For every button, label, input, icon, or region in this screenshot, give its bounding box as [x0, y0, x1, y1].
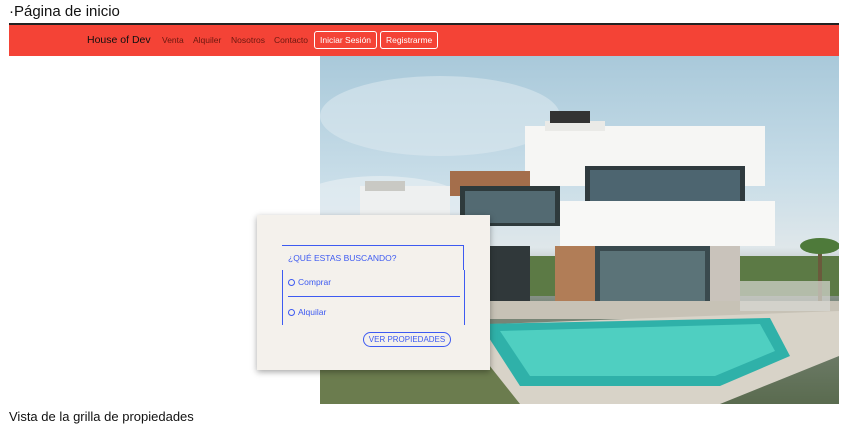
nav-link-venta[interactable]: Venta	[162, 35, 184, 45]
nav-link-nosotros[interactable]: Nosotros	[231, 35, 265, 45]
nav-link-contacto[interactable]: Contacto	[274, 35, 308, 45]
option-alquilar[interactable]: Alquilar	[288, 307, 326, 317]
brand-logo[interactable]: House of Dev	[87, 34, 151, 46]
page-title: ·Página de inicio	[9, 3, 120, 20]
radio-circle-icon[interactable]	[288, 279, 295, 287]
nav-link-alquiler[interactable]: Alquiler	[193, 35, 221, 45]
option-comprar-label: Comprar	[298, 277, 332, 287]
option-comprar[interactable]: Comprar	[288, 277, 331, 287]
login-button[interactable]: Iniciar Sesión	[314, 31, 378, 49]
options-divider	[288, 296, 460, 297]
navbar: House of Dev Venta Alquiler Nosotros Con…	[9, 25, 839, 56]
radio-circle-icon[interactable]	[288, 309, 295, 317]
search-title: ¿QUÉ ESTAS BUSCANDO?	[282, 245, 464, 270]
view-properties-button[interactable]: VER PROPIEDADES	[363, 332, 451, 347]
option-alquilar-label: Alquilar	[298, 307, 327, 317]
register-button[interactable]: Registrarme	[380, 31, 439, 49]
